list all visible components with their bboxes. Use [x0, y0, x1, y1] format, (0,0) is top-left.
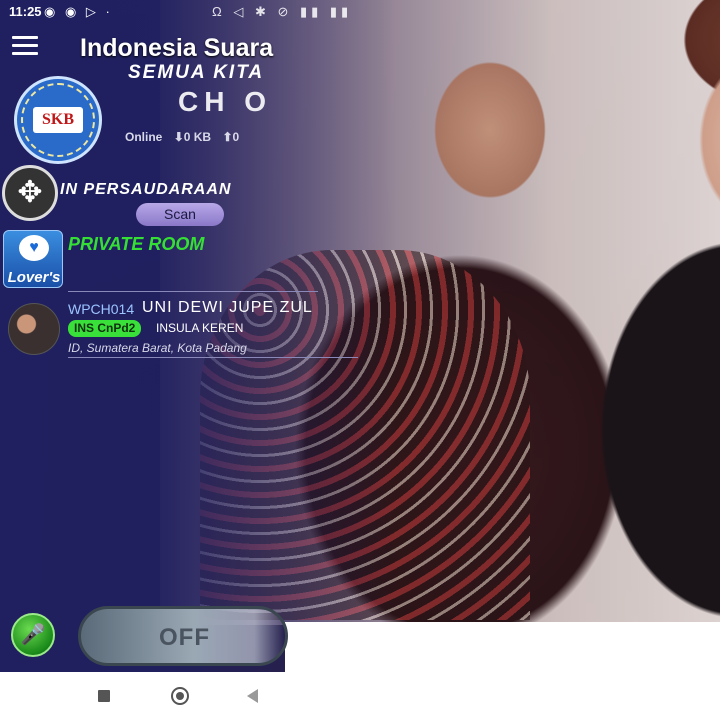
user-id: WPCH014	[68, 301, 135, 317]
microphone-button[interactable]: 🎤	[11, 613, 55, 657]
user-name[interactable]: UNI DEWI JUPE ZUL	[142, 299, 313, 317]
room-subtitle: SEMUA KITA	[128, 62, 265, 83]
logo-text: SKB	[33, 107, 83, 133]
user-avatar[interactable]	[8, 303, 60, 355]
home-icon[interactable]	[171, 687, 189, 705]
toggle-label: OFF	[159, 624, 210, 651]
room-title: IN PERSAUDARAAN	[60, 181, 232, 198]
user-location: ID, Sumatera Barat, Kota Padang	[68, 341, 247, 355]
menu-icon[interactable]	[12, 36, 38, 56]
status-bar: 11:25 ◉ ◉ ▷ · Ω ◁ ✱ ⊘ ▮▮ ▮▮	[0, 0, 720, 24]
navigation-bar	[0, 672, 720, 720]
user-group: INSULA KEREN	[156, 321, 244, 335]
power-toggle[interactable]: OFF	[78, 606, 288, 666]
lovers-label: Lover's	[7, 269, 61, 286]
user-badge: INS CnPd2	[68, 320, 142, 337]
notification-icons: ◉ ◉ ▷ ·	[44, 4, 113, 19]
connection-stats: Online ⬇0 KB ⬆0	[125, 130, 247, 144]
private-room-link[interactable]: PRIVATE ROOM	[68, 234, 204, 255]
back-icon[interactable]	[247, 689, 258, 703]
move-control-button[interactable]: ✥	[2, 165, 58, 221]
system-icons: Ω ◁ ✱ ⊘ ▮▮ ▮▮	[212, 4, 353, 19]
status-time: 11:25	[9, 4, 42, 19]
move-icon: ✥	[17, 176, 43, 209]
scan-button[interactable]: Scan	[136, 203, 224, 226]
private-room-icon[interactable]: ♥ Lover's	[3, 230, 63, 288]
recents-icon[interactable]	[98, 690, 110, 702]
download-rate: ⬇0 KB	[173, 130, 212, 144]
wifi-heart-icon: ♥	[19, 235, 49, 261]
upload-rate: ⬆0	[222, 130, 240, 144]
divider	[68, 291, 318, 292]
skb-logo: SKB	[14, 76, 102, 164]
channel-name: CH O	[178, 86, 272, 117]
online-label: Online	[125, 130, 163, 144]
divider	[68, 357, 358, 358]
bottom-white-area	[285, 622, 720, 672]
microphone-icon: 🎤	[20, 624, 46, 646]
app-title: Indonesia Suara	[80, 34, 274, 62]
